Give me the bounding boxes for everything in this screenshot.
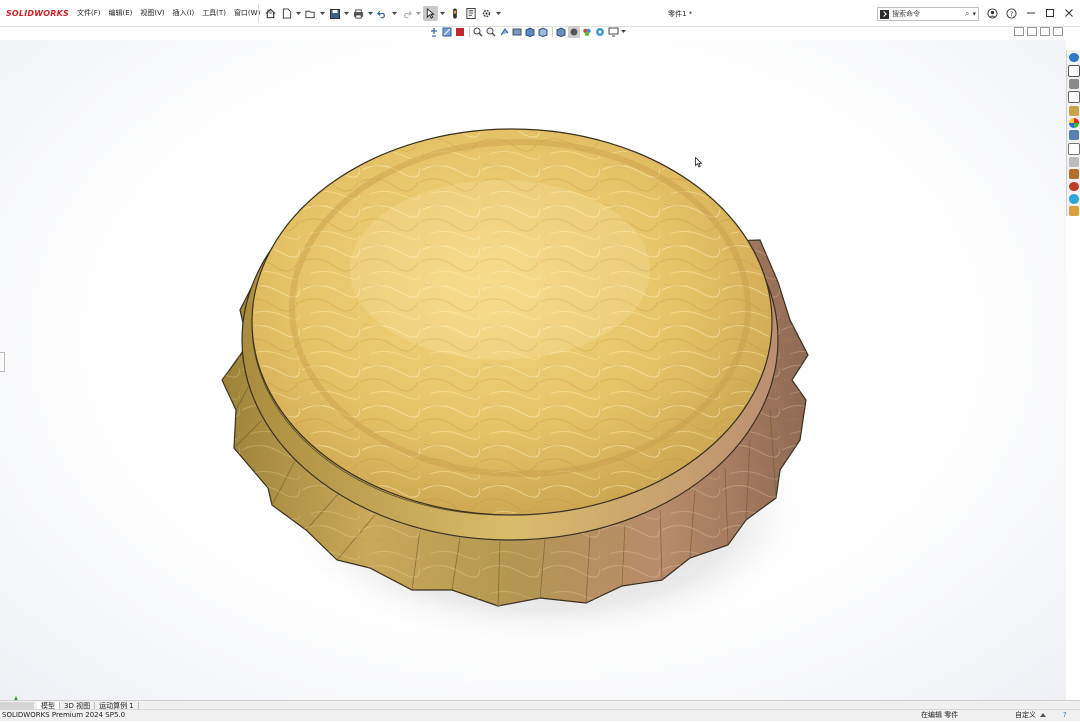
- chevron-down-icon[interactable]: [439, 6, 446, 21]
- toolbar-separator: [469, 27, 470, 37]
- search-input[interactable]: 搜索命令: [892, 9, 920, 19]
- menu-insert[interactable]: 插入(I): [169, 8, 199, 18]
- toolbar-separator: [552, 27, 553, 37]
- options-icon[interactable]: [479, 6, 494, 21]
- redo-icon[interactable]: [399, 6, 414, 21]
- ds-logo-icon: [3, 12, 4, 14]
- mouse-cursor-icon: [695, 157, 703, 168]
- file-properties-icon[interactable]: [463, 6, 478, 21]
- chevron-down-icon[interactable]: [295, 6, 302, 21]
- bottle-cap-model[interactable]: [0, 40, 1066, 700]
- select-icon[interactable]: [423, 6, 438, 21]
- zoom-to-area-icon[interactable]: [441, 26, 453, 38]
- previous-view-icon[interactable]: [454, 26, 466, 38]
- undo-icon[interactable]: [375, 6, 390, 21]
- appearances-scenes-icon[interactable]: [1068, 181, 1079, 192]
- graphics-area[interactable]: [0, 40, 1066, 719]
- dynamic-annotation-icon[interactable]: [511, 26, 523, 38]
- section-view-icon[interactable]: [498, 26, 510, 38]
- quick-tips-icon[interactable]: ?: [1063, 710, 1067, 721]
- chevron-down-icon[interactable]: [367, 6, 374, 21]
- version-text: SOLIDWORKS Premium 2024 SP5.0: [2, 711, 126, 719]
- main-menu: 文件(F) 编辑(E) 视图(V) 插入(I) 工具(T) 窗口(W) ✎: [73, 8, 273, 18]
- command-icon: [880, 9, 889, 19]
- design-library-icon[interactable]: [1067, 64, 1080, 77]
- monitor-icon[interactable]: [607, 26, 619, 38]
- chevron-up-icon[interactable]: [1040, 711, 1046, 722]
- chevron-down-icon[interactable]: [620, 26, 626, 38]
- zoom-icon[interactable]: [472, 26, 484, 38]
- chevron-down-icon[interactable]: [319, 6, 326, 21]
- tools-icon[interactable]: [1068, 206, 1079, 217]
- home-icon[interactable]: [263, 6, 278, 21]
- edit-appearance-icon[interactable]: [568, 26, 580, 38]
- menu-view[interactable]: 视图(V): [136, 8, 168, 18]
- hide-show-items-icon[interactable]: [555, 26, 567, 38]
- search-commands[interactable]: 搜索命令 ⌕ ▾: [877, 7, 979, 21]
- document-minimize-icon[interactable]: [1014, 27, 1024, 36]
- feature-manager-expand-handle[interactable]: [0, 352, 5, 372]
- view-orientation-icon[interactable]: [524, 26, 536, 38]
- help-icon[interactable]: ?: [1004, 6, 1019, 20]
- solidworks-forum-icon[interactable]: [1068, 130, 1079, 141]
- document-window-controls: [1011, 27, 1063, 36]
- search-icon[interactable]: ⌕: [965, 9, 969, 19]
- print-icon[interactable]: [351, 6, 366, 21]
- maximize-icon[interactable]: [1042, 6, 1057, 20]
- chevron-down-icon[interactable]: [415, 6, 422, 21]
- new-document-icon[interactable]: [279, 6, 294, 21]
- menu-file[interactable]: 文件(F): [73, 8, 105, 18]
- status-bar: SOLIDWORKS Premium 2024 SP5.0 在编辑 零件 自定义…: [0, 709, 1080, 721]
- units-selector[interactable]: 自定义: [1015, 710, 1036, 721]
- zoom-area-icon[interactable]: [485, 26, 497, 38]
- close-icon[interactable]: [1061, 6, 1076, 20]
- file-explorer-icon[interactable]: [1068, 79, 1079, 89]
- edit-mode-text: 在编辑 零件: [921, 711, 959, 719]
- custom-properties-icon[interactable]: [1068, 118, 1079, 128]
- cloud-icon[interactable]: [1068, 193, 1079, 204]
- account-icon[interactable]: [985, 6, 1000, 20]
- solidworks-resources-icon[interactable]: [1068, 52, 1079, 63]
- logo-text: SOLIDWORKS: [5, 8, 69, 18]
- appearances-icon[interactable]: [1068, 105, 1079, 116]
- rebuild-icon[interactable]: [447, 6, 462, 21]
- chevron-down-icon[interactable]: [391, 6, 398, 21]
- quick-access-toolbar: [258, 4, 503, 23]
- document-close-icon[interactable]: [1053, 27, 1063, 36]
- materials-icon[interactable]: [1068, 169, 1079, 180]
- view-palette-icon[interactable]: [1067, 91, 1080, 104]
- document-title: 零件1 *: [668, 10, 693, 18]
- 3dexperience-icon[interactable]: [1067, 142, 1080, 155]
- chevron-down-icon[interactable]: [343, 6, 350, 21]
- apply-scene-icon[interactable]: [581, 26, 593, 38]
- document-tile-icon[interactable]: [1040, 27, 1050, 36]
- solidworks-logo[interactable]: SOLIDWORKS: [3, 9, 69, 18]
- document-restore-icon[interactable]: [1027, 27, 1037, 36]
- task-pane: [1066, 50, 1080, 217]
- window-controls: ?: [985, 6, 1080, 20]
- svg-text:?: ?: [1010, 9, 1013, 17]
- heads-up-view-toolbar: [428, 25, 627, 39]
- toolbox-icon[interactable]: [1068, 157, 1079, 167]
- display-style-icon[interactable]: [537, 26, 549, 38]
- save-icon[interactable]: [327, 6, 342, 21]
- menu-edit[interactable]: 编辑(E): [105, 8, 137, 18]
- open-icon[interactable]: [303, 6, 318, 21]
- chevron-down-icon[interactable]: [495, 6, 502, 21]
- chevron-down-icon[interactable]: ▾: [972, 10, 976, 18]
- zoom-to-fit-icon[interactable]: [428, 26, 440, 38]
- cap-top-highlight: [350, 180, 650, 360]
- menu-tools[interactable]: 工具(T): [198, 8, 230, 18]
- minimize-icon[interactable]: [1023, 6, 1038, 20]
- title-bar: SOLIDWORKS 文件(F) 编辑(E) 视图(V) 插入(I) 工具(T)…: [0, 0, 1080, 27]
- view-settings-icon[interactable]: [594, 26, 606, 38]
